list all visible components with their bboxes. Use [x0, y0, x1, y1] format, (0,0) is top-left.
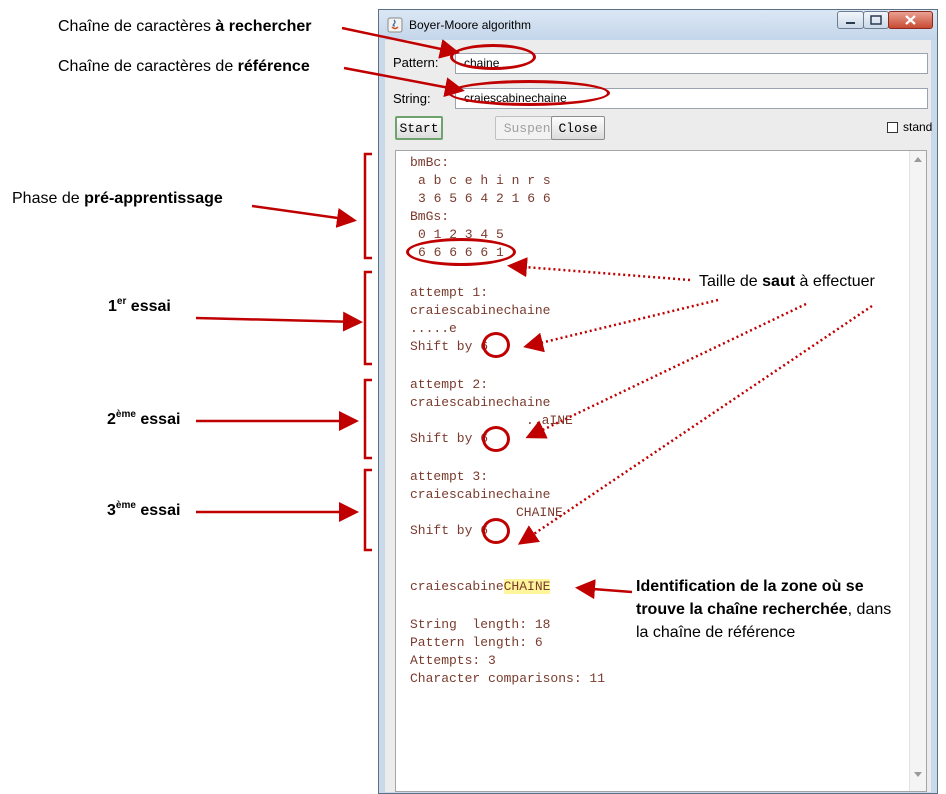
bracket-attempt1 — [363, 270, 372, 366]
arrow-learning-phase — [251, 204, 357, 228]
arrow-identification — [575, 579, 633, 600]
arrow-jump-bmgs — [507, 257, 691, 282]
arrow-string — [343, 66, 465, 98]
arrow-jump-shift2 — [525, 302, 807, 439]
arrow-jump-shift3 — [517, 304, 873, 545]
bracket-attempt2 — [363, 378, 372, 460]
arrow-attempt1 — [195, 311, 363, 332]
arrow-pattern — [341, 26, 460, 59]
bracket-attempt3 — [363, 468, 372, 552]
bracket-learning-phase — [363, 152, 372, 260]
annotation-arrows — [195, 26, 873, 600]
arrow-jump-shift1 — [523, 298, 719, 353]
